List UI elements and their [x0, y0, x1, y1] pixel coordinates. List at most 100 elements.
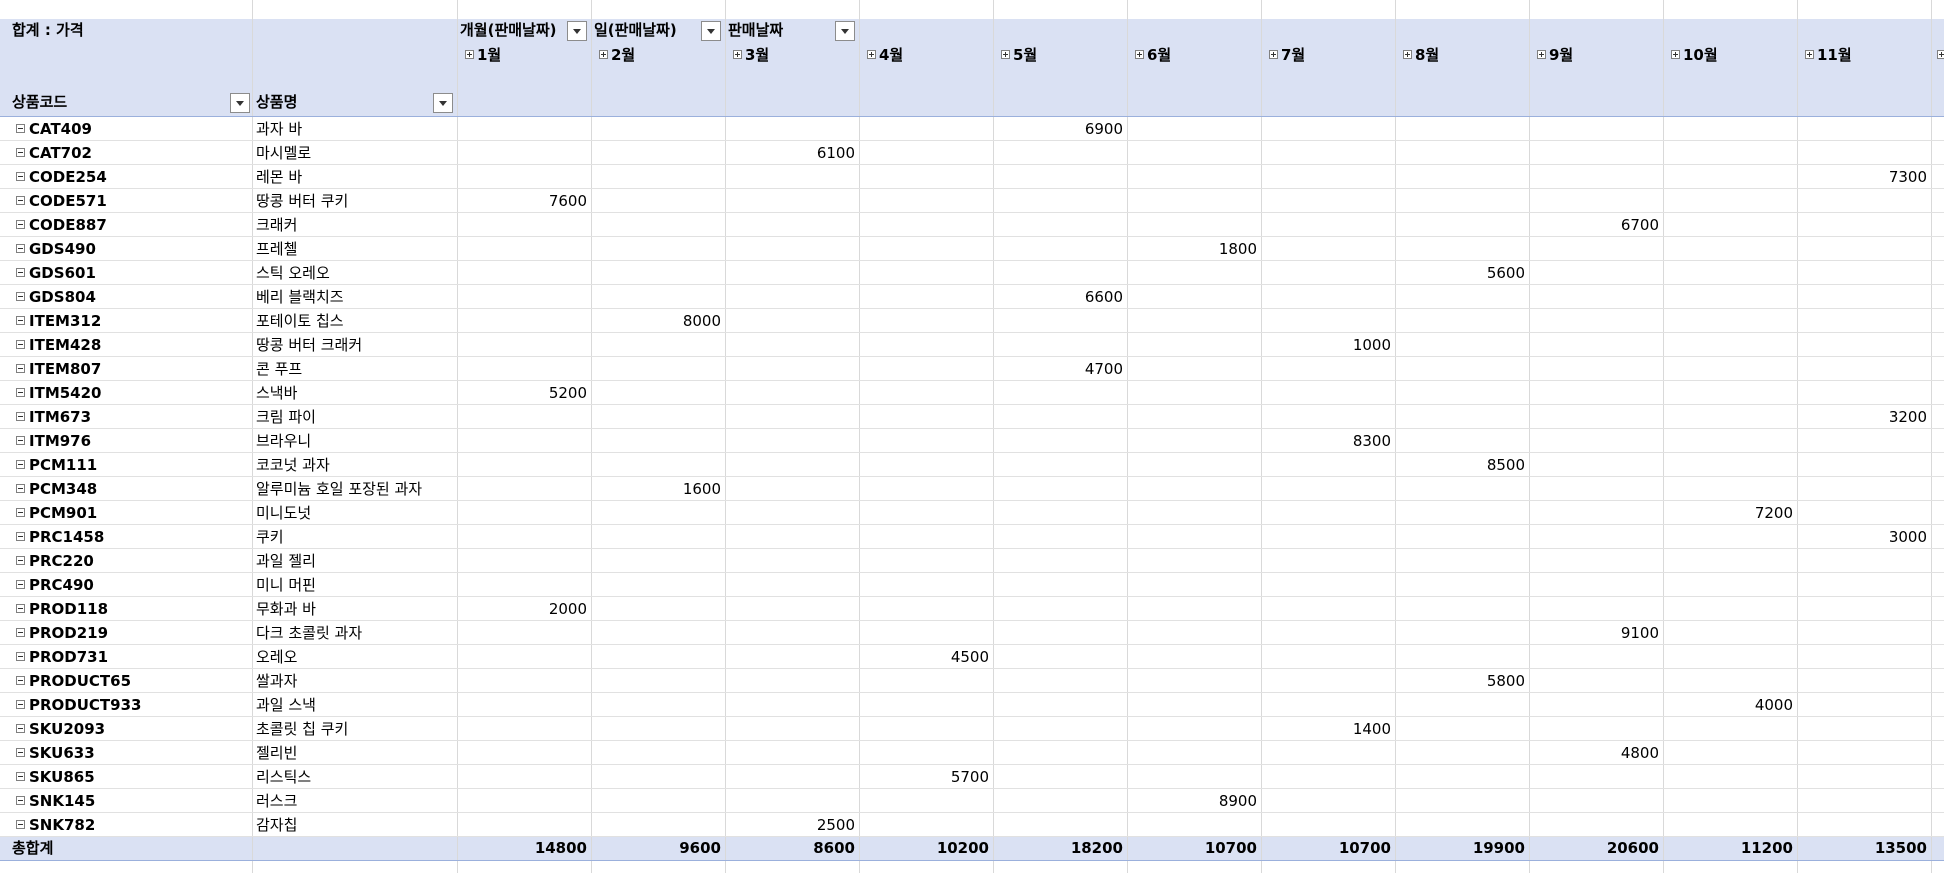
- expand-plus-icon[interactable]: [733, 50, 742, 59]
- value-cell[interactable]: 5600: [1395, 261, 1525, 285]
- collapse-minus-icon[interactable]: [16, 772, 25, 781]
- value-cell[interactable]: 5200: [457, 381, 587, 405]
- collapse-minus-icon[interactable]: [16, 316, 25, 325]
- expand-plus-icon[interactable]: [1135, 50, 1144, 59]
- collapse-minus-icon[interactable]: [16, 124, 25, 133]
- collapse-minus-icon[interactable]: [16, 556, 25, 565]
- grand-total-cell[interactable]: 20600: [1529, 836, 1659, 860]
- collapse-minus-icon[interactable]: [16, 268, 25, 277]
- collapse-minus-icon[interactable]: [16, 508, 25, 517]
- collapse-minus-icon[interactable]: [16, 604, 25, 613]
- collapse-minus-icon[interactable]: [16, 148, 25, 157]
- collapse-minus-icon[interactable]: [16, 628, 25, 637]
- value-cell[interactable]: 8500: [1395, 453, 1525, 477]
- expand-plus-icon[interactable]: [867, 50, 876, 59]
- column-gridline: [1797, 0, 1798, 873]
- collapse-minus-icon[interactable]: [16, 460, 25, 469]
- collapse-minus-icon[interactable]: [16, 652, 25, 661]
- collapse-minus-icon[interactable]: [16, 244, 25, 253]
- collapse-minus-icon[interactable]: [16, 364, 25, 373]
- grand-total-cell[interactable]: 10700: [1127, 836, 1257, 860]
- expand-plus-icon[interactable]: [1671, 50, 1680, 59]
- value-cell[interactable]: 6700: [1529, 213, 1659, 237]
- expand-plus-icon[interactable]: [1001, 50, 1010, 59]
- expand-plus-icon[interactable]: [1269, 50, 1278, 59]
- column-gridline: [1127, 0, 1128, 873]
- collapse-minus-icon[interactable]: [16, 700, 25, 709]
- collapse-minus-icon[interactable]: [16, 724, 25, 733]
- value-cell[interactable]: 8900: [1127, 789, 1257, 813]
- row-product-code: PRC1458: [29, 528, 105, 546]
- grand-total-cell[interactable]: 18200: [993, 836, 1123, 860]
- grand-total-cell[interactable]: 14800: [457, 836, 587, 860]
- expand-plus-icon[interactable]: [1805, 50, 1814, 59]
- expand-plus-icon[interactable]: [1537, 50, 1546, 59]
- value-cell[interactable]: 2500: [725, 813, 855, 837]
- collapse-minus-icon[interactable]: [16, 484, 25, 493]
- grand-total-cell[interactable]: 9600: [591, 836, 721, 860]
- value-cell[interactable]: 1800: [1127, 237, 1257, 261]
- code-filter-dropdown-icon[interactable]: [230, 93, 250, 113]
- value-cell[interactable]: 4700: [993, 357, 1123, 381]
- collapse-minus-icon[interactable]: [16, 292, 25, 301]
- grand-total-cell[interactable]: 10700: [1261, 836, 1391, 860]
- grand-total-cell[interactable]: 8600: [725, 836, 855, 860]
- value-cell[interactable]: 6600: [993, 285, 1123, 309]
- collapse-minus-icon[interactable]: [16, 796, 25, 805]
- value-cell[interactable]: 6900: [993, 117, 1123, 141]
- value-cell[interactable]: 1600: [591, 477, 721, 501]
- collapse-minus-icon[interactable]: [16, 676, 25, 685]
- row-product-code: PROD219: [29, 624, 109, 642]
- value-cell[interactable]: 8300: [1261, 429, 1391, 453]
- day-filter-dropdown-icon[interactable]: [701, 21, 721, 41]
- collapse-minus-icon[interactable]: [16, 412, 25, 421]
- value-cell[interactable]: 8000: [591, 309, 721, 333]
- row-product-code: CODE887: [29, 216, 107, 234]
- collapse-minus-icon[interactable]: [16, 388, 25, 397]
- value-cell[interactable]: 7600: [457, 189, 587, 213]
- value-cell[interactable]: 3200: [1797, 405, 1927, 429]
- row-gridline: [0, 500, 1944, 501]
- value-cell[interactable]: 4000: [1663, 693, 1793, 717]
- row-product-name: 레몬 바: [256, 168, 303, 186]
- date-filter-dropdown-icon[interactable]: [835, 21, 855, 41]
- collapse-minus-icon[interactable]: [16, 340, 25, 349]
- value-cell[interactable]: 4500: [859, 645, 989, 669]
- value-cell[interactable]: 7200: [1663, 501, 1793, 525]
- row-product-code: PROD118: [29, 600, 109, 618]
- grand-total-cell[interactable]: 11200: [1663, 836, 1793, 860]
- collapse-minus-icon[interactable]: [16, 436, 25, 445]
- value-cell[interactable]: 2000: [457, 597, 587, 621]
- expand-plus-icon[interactable]: [465, 50, 474, 59]
- row-product-name: 크래커: [256, 216, 298, 234]
- collapse-minus-icon[interactable]: [16, 172, 25, 181]
- expand-plus-icon[interactable]: [599, 50, 608, 59]
- value-cell[interactable]: 1000: [1261, 333, 1391, 357]
- month-header: 4월: [879, 46, 904, 64]
- value-cell[interactable]: 3000: [1797, 525, 1927, 549]
- expand-plus-icon[interactable]: [1937, 50, 1944, 59]
- collapse-minus-icon[interactable]: [16, 820, 25, 829]
- grand-total-cell[interactable]: 13500: [1797, 836, 1927, 860]
- expand-plus-icon[interactable]: [1403, 50, 1412, 59]
- grand-total-cell[interactable]: 10200: [859, 836, 989, 860]
- collapse-minus-icon[interactable]: [16, 220, 25, 229]
- collapse-minus-icon[interactable]: [16, 580, 25, 589]
- value-cell[interactable]: 7300: [1797, 165, 1927, 189]
- value-cell[interactable]: 5800: [1395, 669, 1525, 693]
- value-cell[interactable]: 5700: [859, 765, 989, 789]
- value-cell[interactable]: 9100: [1529, 621, 1659, 645]
- value-cell[interactable]: 6100: [725, 141, 855, 165]
- collapse-minus-icon[interactable]: [16, 748, 25, 757]
- value-cell[interactable]: 4800: [1529, 741, 1659, 765]
- grand-total-cell[interactable]: 19900: [1395, 836, 1525, 860]
- header-bottom-border: [0, 116, 1944, 117]
- collapse-minus-icon[interactable]: [16, 532, 25, 541]
- collapse-minus-icon[interactable]: [16, 196, 25, 205]
- row-gridline: [0, 236, 1944, 237]
- column-gridline: [252, 0, 253, 873]
- name-filter-dropdown-icon[interactable]: [433, 93, 453, 113]
- month-filter-dropdown-icon[interactable]: [567, 21, 587, 41]
- value-cell[interactable]: 1400: [1261, 717, 1391, 741]
- row-product-code: CAT702: [29, 144, 92, 162]
